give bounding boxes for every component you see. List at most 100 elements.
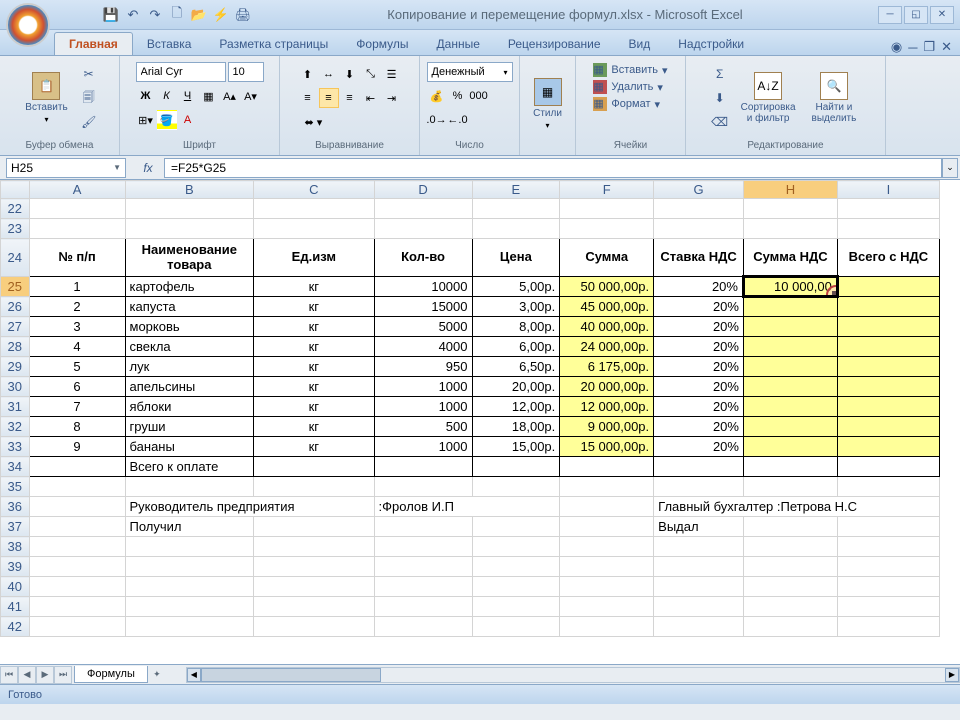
cell[interactable]	[472, 219, 560, 239]
cell[interactable]	[472, 457, 560, 477]
column-header-G[interactable]: G	[654, 181, 744, 199]
cell[interactable]	[29, 219, 125, 239]
column-header-I[interactable]: I	[837, 181, 939, 199]
cell[interactable]	[837, 199, 939, 219]
cell-name[interactable]: капуста	[125, 297, 254, 317]
cell[interactable]	[29, 597, 125, 617]
row-header-25[interactable]: 25	[1, 277, 30, 297]
sheet-nav-first-icon[interactable]: ⏮	[0, 666, 18, 684]
tab-home[interactable]: Главная	[54, 32, 133, 55]
sheet-tab-active[interactable]: Формулы	[74, 666, 148, 683]
cell[interactable]	[837, 457, 939, 477]
cell-unit[interactable]: кг	[254, 417, 374, 437]
borders-dropdown[interactable]: ⊞▾	[136, 110, 156, 130]
cell-manager-name[interactable]: :Фролов И.П	[374, 497, 560, 517]
cell-rate[interactable]: 20%	[654, 297, 744, 317]
table-header-cell[interactable]: Цена	[472, 239, 560, 277]
cell[interactable]	[560, 577, 654, 597]
restore-workbook-icon[interactable]: ❐	[923, 39, 935, 55]
cell[interactable]	[374, 477, 472, 497]
cell[interactable]	[560, 557, 654, 577]
cell-unit[interactable]: кг	[254, 337, 374, 357]
cell-sum[interactable]: 50 000,00р.	[560, 277, 654, 297]
cell-total[interactable]	[837, 437, 939, 457]
cell-num[interactable]: 9	[29, 437, 125, 457]
cell-qty[interactable]: 10000	[374, 277, 472, 297]
cell-qty[interactable]: 950	[374, 357, 472, 377]
align-middle-icon[interactable]: ↔	[319, 64, 339, 84]
table-header-cell[interactable]: № п/п	[29, 239, 125, 277]
cell-rate[interactable]: 20%	[654, 277, 744, 297]
qat-undo-icon[interactable]: ↶	[124, 6, 142, 24]
cell-vat[interactable]	[743, 317, 837, 337]
tab-data[interactable]: Данные	[423, 33, 494, 55]
cell[interactable]	[837, 597, 939, 617]
cell[interactable]	[837, 477, 939, 497]
cell[interactable]	[560, 517, 654, 537]
close-workbook-icon[interactable]: ✕	[941, 39, 952, 55]
cell[interactable]	[743, 219, 837, 239]
font-color-button[interactable]: A	[178, 110, 198, 130]
cell[interactable]	[29, 617, 125, 637]
decrease-indent-icon[interactable]: ⇤	[361, 88, 381, 108]
font-name-select[interactable]	[136, 62, 226, 82]
percent-icon[interactable]: %	[448, 86, 468, 106]
cell[interactable]	[743, 537, 837, 557]
cell-price[interactable]: 20,00р.	[472, 377, 560, 397]
cell[interactable]	[654, 457, 744, 477]
cell[interactable]	[374, 617, 472, 637]
underline-button[interactable]: Ч	[178, 86, 198, 106]
row-header-40[interactable]: 40	[1, 577, 30, 597]
cell[interactable]	[254, 617, 374, 637]
row-header-29[interactable]: 29	[1, 357, 30, 377]
sheet-nav-prev-icon[interactable]: ◀	[18, 666, 36, 684]
row-header-41[interactable]: 41	[1, 597, 30, 617]
cell-total[interactable]	[837, 277, 939, 297]
align-top-icon[interactable]: ⬆	[298, 64, 318, 84]
cell-name[interactable]: картофель	[125, 277, 254, 297]
sheet-nav-last-icon[interactable]: ⏭	[54, 666, 72, 684]
tab-insert[interactable]: Вставка	[133, 33, 206, 55]
number-format-select[interactable]: Денежный▾	[427, 62, 513, 82]
cell-qty[interactable]: 15000	[374, 297, 472, 317]
cell-qty[interactable]: 1000	[374, 377, 472, 397]
column-header-B[interactable]: B	[125, 181, 254, 199]
cell-total[interactable]	[837, 417, 939, 437]
cell[interactable]	[743, 517, 837, 537]
cell-unit[interactable]: кг	[254, 357, 374, 377]
cell[interactable]	[125, 617, 254, 637]
cell[interactable]	[472, 577, 560, 597]
cell[interactable]	[743, 457, 837, 477]
decrease-decimal-icon[interactable]: ←.0	[448, 110, 468, 130]
cell-qty[interactable]: 500	[374, 417, 472, 437]
cell-sum[interactable]: 15 000,00р.	[560, 437, 654, 457]
name-box-dropdown-icon[interactable]: ▼	[113, 163, 121, 172]
cell[interactable]	[560, 219, 654, 239]
column-header-D[interactable]: D	[374, 181, 472, 199]
clear-icon[interactable]: ⌫	[709, 111, 731, 133]
cell[interactable]	[29, 557, 125, 577]
row-header-30[interactable]: 30	[1, 377, 30, 397]
align-left-icon[interactable]: ≡	[298, 88, 318, 108]
table-header-cell[interactable]: Сумма	[560, 239, 654, 277]
cell[interactable]	[837, 577, 939, 597]
tab-view[interactable]: Вид	[615, 33, 665, 55]
row-header-36[interactable]: 36	[1, 497, 30, 517]
sort-filter-button[interactable]: A↓Z Сортировка и фильтр	[735, 68, 802, 128]
cell[interactable]	[125, 477, 254, 497]
cell[interactable]	[254, 199, 374, 219]
comma-icon[interactable]: 000	[469, 86, 489, 106]
cell-sum[interactable]: 20 000,00р.	[560, 377, 654, 397]
cell-total[interactable]	[837, 317, 939, 337]
row-header-35[interactable]: 35	[1, 477, 30, 497]
hscroll-left-icon[interactable]: ◀	[187, 668, 201, 682]
cell-rate[interactable]: 20%	[654, 357, 744, 377]
increase-indent-icon[interactable]: ⇥	[382, 88, 402, 108]
cell-price[interactable]: 18,00р.	[472, 417, 560, 437]
increase-decimal-icon[interactable]: .0→	[427, 110, 447, 130]
align-bottom-icon[interactable]: ⬇	[340, 64, 360, 84]
cell-sum[interactable]: 12 000,00р.	[560, 397, 654, 417]
align-center-icon[interactable]: ≡	[319, 88, 339, 108]
cell-vat[interactable]	[743, 377, 837, 397]
cell-qty[interactable]: 1000	[374, 437, 472, 457]
